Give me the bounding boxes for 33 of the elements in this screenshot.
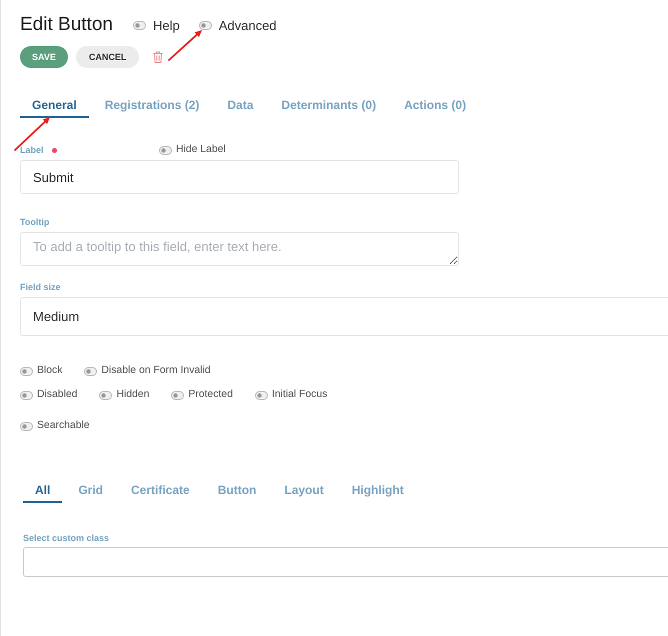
toggle-switch-icon[interactable] [159,146,172,154]
toggle-option[interactable]: Hide Label [159,144,226,156]
field-label: Select custom class [23,532,110,544]
toggle-option[interactable]: Advanced [198,18,277,32]
toggle-switch-icon[interactable] [171,390,184,400]
page-title: Edit Button [20,13,113,37]
field-size-field[interactable]: Medium [20,297,668,336]
custom-class-field[interactable] [23,547,668,577]
toggle-option[interactable]: Disabled [20,389,78,401]
toggle-switch-icon[interactable] [198,20,212,30]
toggle-option[interactable]: Searchable [20,420,90,432]
field-label: Tooltip [20,216,50,228]
toggle-option[interactable]: Hidden [99,389,150,401]
toggle-switch-icon[interactable] [20,366,33,376]
tooltip-textarea[interactable]: To add a tooltip to this field, enter text here. [20,232,459,266]
toggle-option[interactable]: Block [20,365,62,377]
cancel-button[interactable]: CANCEL [76,46,140,68]
field-label: Label [20,144,44,156]
tab[interactable]: All [23,479,62,503]
tab[interactable]: General [20,94,89,118]
toggle-option[interactable]: Initial Focus [254,389,328,401]
trash-icon[interactable] [153,51,164,63]
toggle-switch-icon[interactable] [20,422,33,430]
toggle-option[interactable]: Help [132,18,180,32]
toggle-switch-icon[interactable] [20,390,33,400]
toggle-switch-icon[interactable] [254,390,268,400]
toggle-switch-icon[interactable] [132,20,146,30]
toggle-option[interactable]: Protected [171,389,233,401]
toggle-switch-icon[interactable] [84,366,98,376]
field-label: Field size [20,281,62,293]
toggle-switch-icon[interactable] [99,390,112,400]
label-input[interactable]: Submit [20,160,459,194]
toggle-option[interactable]: Disable on Form Invalid [84,365,211,377]
